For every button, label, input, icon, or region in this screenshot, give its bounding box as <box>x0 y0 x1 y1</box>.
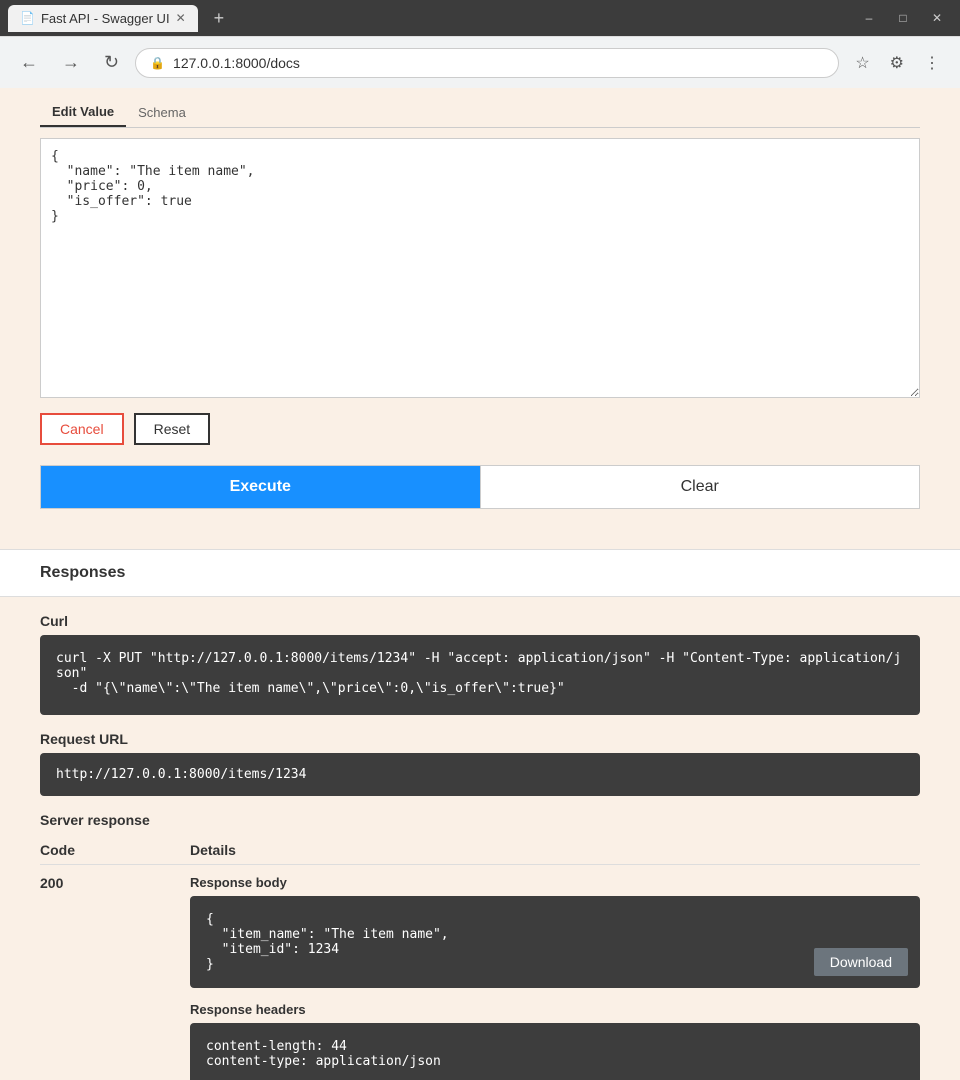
request-url-block: http://127.0.0.1:8000/items/1234 <box>40 753 920 796</box>
response-headers-label: Response headers <box>190 1002 920 1017</box>
cancel-button[interactable]: Cancel <box>40 413 124 445</box>
details-header: Details <box>190 836 920 865</box>
curl-code-block: curl -X PUT "http://127.0.0.1:8000/items… <box>40 635 920 715</box>
editor-tabs: Edit Value Schema <box>40 98 920 128</box>
table-row: 200 Response body { "item_name": "The it… <box>40 865 920 1080</box>
tab-title: Fast API - Swagger UI <box>41 11 170 26</box>
tab-favicon: 📄 <box>20 11 35 25</box>
url-text: 127.0.0.1:8000/docs <box>173 55 300 71</box>
response-section: Curl curl -X PUT "http://127.0.0.1:8000/… <box>0 597 960 1080</box>
request-url-label: Request URL <box>40 731 920 747</box>
close-button[interactable]: ✕ <box>922 8 952 28</box>
editor-section: Edit Value Schema Cancel Reset Execute C… <box>0 88 960 529</box>
form-buttons: Cancel Reset <box>40 413 920 445</box>
request-url-section: Request URL http://127.0.0.1:8000/items/… <box>40 731 920 796</box>
bookmark-button[interactable]: ☆ <box>847 49 877 77</box>
browser-tab[interactable]: 📄 Fast API - Swagger UI ✕ <box>8 5 198 32</box>
title-bar: 📄 Fast API - Swagger UI ✕ + – □ ✕ <box>0 0 960 36</box>
window-controls: – □ ✕ <box>854 8 952 28</box>
response-code: 200 <box>40 865 190 1080</box>
refresh-button[interactable]: ↻ <box>96 48 127 77</box>
edit-value-tab[interactable]: Edit Value <box>40 98 126 127</box>
forward-button[interactable]: → <box>54 48 88 77</box>
minimize-button[interactable]: – <box>854 8 884 28</box>
curl-section: Curl curl -X PUT "http://127.0.0.1:8000/… <box>40 613 920 715</box>
response-body-text: { "item_name": "The item name", "item_id… <box>206 912 449 972</box>
extensions-button[interactable]: ⚙ <box>882 49 912 77</box>
response-table: Code Details 200 Response body { "item_n… <box>40 836 920 1080</box>
menu-button[interactable]: ⋮ <box>916 49 948 77</box>
execute-row: Execute Clear <box>40 465 920 509</box>
tab-close-button[interactable]: ✕ <box>176 11 186 25</box>
new-tab-button[interactable]: + <box>206 4 233 33</box>
response-body-block: { "item_name": "The item name", "item_id… <box>190 896 920 988</box>
navigation-bar: ← → ↻ 🔒 127.0.0.1:8000/docs ☆ ⚙ ⋮ <box>0 36 960 88</box>
schema-tab[interactable]: Schema <box>126 98 198 127</box>
code-header: Code <box>40 836 190 865</box>
maximize-button[interactable]: □ <box>888 8 918 28</box>
address-bar[interactable]: 🔒 127.0.0.1:8000/docs <box>135 48 839 78</box>
reset-button[interactable]: Reset <box>134 413 211 445</box>
response-headers-block: content-length: 44 content-type: applica… <box>190 1023 920 1080</box>
curl-label: Curl <box>40 613 920 629</box>
back-button[interactable]: ← <box>12 48 46 77</box>
response-details: Response body { "item_name": "The item n… <box>190 865 920 1080</box>
clear-button[interactable]: Clear <box>480 466 920 508</box>
page-content: Edit Value Schema Cancel Reset Execute C… <box>0 88 960 1080</box>
responses-title: Responses <box>40 564 920 582</box>
download-button[interactable]: Download <box>814 948 908 976</box>
nav-right-icons: ☆ ⚙ ⋮ <box>847 49 948 77</box>
response-body-label: Response body <box>190 875 920 890</box>
browser-chrome: 📄 Fast API - Swagger UI ✕ + – □ ✕ ← → ↻ … <box>0 0 960 88</box>
responses-header: Responses <box>0 549 960 597</box>
server-response-label: Server response <box>40 812 920 828</box>
lock-icon: 🔒 <box>150 56 165 70</box>
execute-button[interactable]: Execute <box>41 466 480 508</box>
json-editor[interactable] <box>40 138 920 398</box>
